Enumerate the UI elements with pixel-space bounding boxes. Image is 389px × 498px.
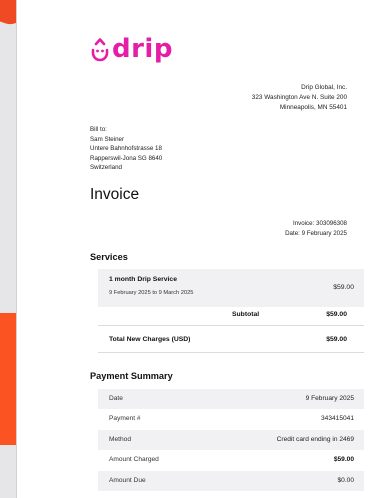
payment-method-label: Method: [109, 436, 131, 443]
divider: [98, 352, 364, 353]
subtotal-amount: $59.00: [326, 311, 347, 318]
invoice-title: Invoice: [90, 186, 140, 203]
invoice-meta: Invoice: 303096308 Date: 9 February 2025: [167, 219, 347, 239]
invoice-page: drip Drip Global, Inc. 323 Washington Av…: [17, 0, 389, 498]
amount-due-value: $0.00: [337, 477, 354, 484]
subtotal-label: Subtotal: [232, 311, 260, 318]
company-name: Drip Global, Inc.: [301, 84, 347, 91]
bill-to-block: Bill to: Sam Steiner Untere Bahnhofstras…: [90, 125, 290, 173]
payment-number-label: Payment #: [109, 415, 141, 422]
service-item-dates: 9 February 2025 to 9 March 2025: [109, 290, 194, 296]
drip-drop-icon: [91, 38, 109, 62]
amount-charged-label: Amount Charged: [109, 456, 159, 463]
service-line-item: 1 month Drip Service 9 February 2025 to …: [98, 269, 364, 307]
amount-charged-value: $59.00: [333, 456, 354, 463]
service-item-name: 1 month Drip Service: [109, 276, 177, 283]
payment-summary-heading: Payment Summary: [90, 371, 173, 381]
amount-due-label: Amount Due: [109, 477, 146, 484]
service-item-amount: $59.00: [333, 284, 354, 291]
invoice-number: Invoice: 303096308: [292, 220, 347, 227]
company-address-line2: Minneapolis, MN 55401: [279, 103, 347, 111]
company-address-line1: 323 Washington Ave N. Suite 200: [251, 93, 347, 101]
payment-row-method: Method Credit card ending in 2469: [98, 430, 364, 450]
payment-date-value: 9 February 2025: [305, 395, 354, 402]
bill-to-street: Untere Bahnhofstrasse 18: [90, 145, 162, 153]
services-heading: Services: [90, 252, 128, 262]
payment-row-number: Payment # 343415041: [98, 409, 364, 429]
payment-row-date: Date 9 February 2025: [98, 389, 364, 409]
payment-method-value: Credit card ending in 2469: [276, 436, 354, 443]
bill-to-city: Rapperswil-Jona SG 8640: [90, 154, 163, 162]
bill-to-country: Switzerland: [90, 164, 122, 172]
payment-row-amount-charged: Amount Charged $59.00: [98, 450, 364, 470]
drip-logo: drip: [90, 34, 173, 64]
invoice-date: Date: 9 February 2025: [285, 230, 347, 238]
company-address: Drip Global, Inc. 323 Washington Ave N. …: [147, 83, 347, 113]
total-label: Total New Charges (USD): [109, 336, 191, 343]
bill-to-name: Sam Steiner: [90, 135, 125, 143]
payment-date-label: Date: [109, 395, 123, 402]
total-amount: $59.00: [326, 336, 347, 343]
divider: [98, 325, 364, 326]
payment-number-value: 343415041: [320, 415, 354, 422]
logo-wordmark: drip: [112, 34, 173, 64]
payment-row-amount-due: Amount Due $0.00: [98, 471, 364, 491]
bill-to-label: Bill to:: [90, 126, 107, 133]
